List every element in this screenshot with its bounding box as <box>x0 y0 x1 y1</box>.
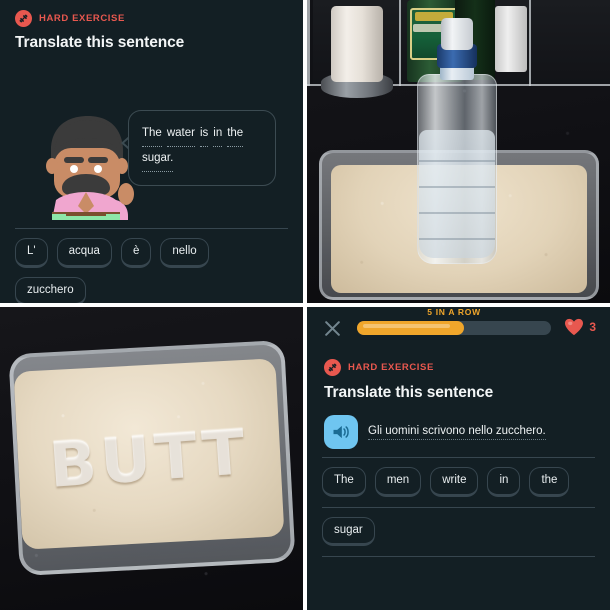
word-tile[interactable]: The <box>322 467 366 497</box>
word-bank: L' acqua è nello zucchero <box>15 228 288 303</box>
tile-grout-line <box>307 0 310 86</box>
bubble-word[interactable]: The <box>142 122 162 147</box>
word-written-in-sugar: BUTT <box>46 415 252 502</box>
hard-exercise-label: HARD EXERCISE <box>348 362 434 373</box>
duolingo-character <box>36 108 136 220</box>
sugar-tub-word-photo: BUTT <box>0 307 303 610</box>
word-tile[interactable]: zucchero <box>15 276 86 303</box>
word-bank-row: L' acqua è nello zucchero <box>15 229 288 303</box>
exercise-topbar: 5 IN A ROW 3 <box>307 307 610 345</box>
four-panel-collage: HARD EXERCISE Translate this sentence Th… <box>0 0 610 610</box>
word-tile[interactable]: men <box>374 467 422 497</box>
hard-exercise-label: HARD EXERCISE <box>39 13 125 24</box>
bubble-word[interactable]: the <box>227 122 244 147</box>
exercise-panel-left: HARD EXERCISE Translate this sentence Th… <box>0 0 303 303</box>
hard-exercise-badge: HARD EXERCISE <box>324 359 434 376</box>
word-bank-divider-bottom <box>322 556 595 557</box>
word-tile[interactable]: the <box>529 467 570 497</box>
exercise-panel-right: 5 IN A ROW 3 HARD EXERCISE Translate thi… <box>307 307 610 610</box>
word-tile[interactable]: write <box>430 467 479 497</box>
heart-icon <box>564 318 584 336</box>
word-tile[interactable]: L' <box>15 238 48 268</box>
sentence-row: Gli uomini scrivono nello zucchero. <box>324 415 596 449</box>
word-tile[interactable]: acqua <box>56 238 112 268</box>
bubble-word[interactable]: is <box>199 122 209 147</box>
italian-sentence[interactable]: Gli uomini scrivono nello zucchero. <box>368 425 546 440</box>
page-title: Translate this sentence <box>15 34 185 51</box>
bottle-ridge <box>419 160 495 162</box>
word-bank-row: The men write in the <box>322 458 595 507</box>
tile-grout-line <box>399 0 401 86</box>
hard-exercise-badge: HARD EXERCISE <box>15 10 125 27</box>
speech-bubble: The water is in the sugar. <box>128 110 276 186</box>
bottle-ridge <box>419 186 495 188</box>
water-bottle-in-sugar-tub-photo <box>307 0 610 303</box>
bubble-word[interactable]: water <box>166 122 195 147</box>
speech-bubble-line-2: sugar. <box>142 147 262 172</box>
word-tile[interactable]: in <box>487 467 521 497</box>
progress-bar[interactable] <box>357 321 551 335</box>
dumbbell-icon <box>15 10 32 27</box>
dumbbell-icon <box>324 359 341 376</box>
bottle-cap <box>441 18 473 50</box>
word-tile[interactable]: nello <box>160 238 209 268</box>
page-title: Translate this sentence <box>324 384 494 401</box>
word-bank-row: sugar <box>322 508 595 557</box>
hearts-counter[interactable]: 3 <box>564 318 596 336</box>
tile-grout-line <box>529 0 531 86</box>
word-bank: The men write in the sugar <box>322 457 595 557</box>
progress-gloss <box>363 324 451 328</box>
speech-bubble-line-1: The water is in the <box>142 122 262 147</box>
bubble-word[interactable]: in <box>213 122 223 147</box>
bottle-ridge <box>419 238 495 240</box>
paper-towel-roll <box>331 6 383 82</box>
white-container <box>495 6 527 72</box>
close-x-icon[interactable] <box>323 319 342 338</box>
streak-label: 5 IN A ROW <box>427 307 481 317</box>
bottle-ridge <box>419 212 495 214</box>
hearts-count-label: 3 <box>589 320 596 334</box>
word-tile[interactable]: sugar <box>322 516 375 546</box>
word-tile[interactable]: è <box>120 238 152 268</box>
speaker-icon[interactable] <box>324 415 358 449</box>
bubble-word[interactable]: sugar. <box>142 147 174 172</box>
